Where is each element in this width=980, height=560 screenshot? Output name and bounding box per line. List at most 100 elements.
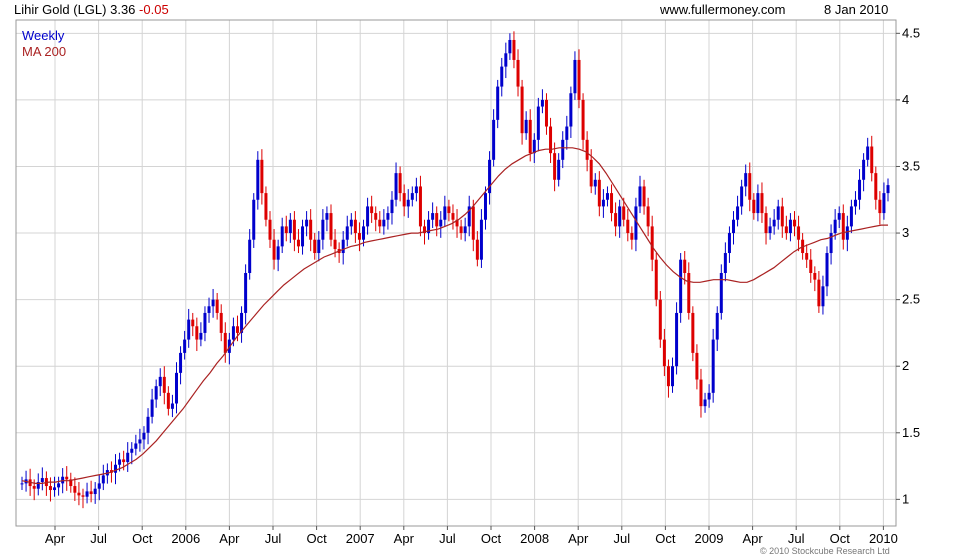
- candle: [162, 366, 166, 405]
- candle: [805, 244, 809, 268]
- candle: [882, 182, 886, 220]
- y-tick-label: 1.5: [902, 425, 920, 440]
- candle: [788, 213, 792, 242]
- copyright-notice: © 2010 Stockcube Research Ltd: [760, 546, 890, 556]
- date-axis: Apr Jul Oct 2006 Apr Jul Oct 2007 Apr Jul Oct 2008 A…: [45, 526, 898, 546]
- candle: [382, 209, 386, 235]
- candle: [398, 166, 402, 202]
- candle: [780, 197, 784, 238]
- candlestick-chart: 1 1.5 2 2.5 3 3.5 4 4.5 Apr Jul Oct 2006 Apr Jul Oct 2…: [15, 19, 920, 546]
- candle-body: [65, 476, 69, 480]
- candle: [353, 211, 357, 243]
- y-tick-label: 2: [902, 358, 909, 373]
- candle: [439, 211, 443, 238]
- candle-body: [833, 219, 837, 234]
- candle-body: [61, 476, 65, 484]
- candle: [252, 193, 256, 248]
- candle: [463, 217, 467, 242]
- candle: [386, 206, 390, 230]
- candle-body: [589, 159, 593, 187]
- candle: [187, 308, 191, 348]
- candle: [691, 306, 695, 362]
- candle: [268, 211, 272, 248]
- candle: [500, 57, 504, 97]
- candle-body: [532, 139, 536, 154]
- candle-body: [170, 403, 174, 409]
- candle-body: [435, 213, 439, 227]
- candle: [77, 482, 81, 506]
- candle-body: [349, 219, 353, 227]
- x-tick-label: Jul: [788, 531, 805, 546]
- candle: [605, 186, 609, 207]
- candle-body: [569, 93, 573, 127]
- candle-body: [630, 233, 634, 240]
- candle-body: [483, 193, 487, 220]
- candle-body: [325, 213, 329, 220]
- x-tick-label: 2007: [346, 531, 375, 546]
- candle: [825, 246, 829, 297]
- candle: [248, 229, 252, 280]
- candle: [516, 49, 520, 97]
- candle-body: [561, 139, 565, 160]
- candle: [305, 211, 309, 237]
- candle-body: [601, 199, 605, 207]
- candle: [723, 242, 727, 282]
- x-tick-label: Apr: [568, 531, 589, 546]
- candle-body: [252, 199, 256, 240]
- candle: [707, 384, 711, 408]
- candle-body: [333, 239, 337, 250]
- candle-body: [618, 206, 622, 227]
- candle: [20, 476, 24, 491]
- candle: [654, 253, 658, 307]
- candle: [618, 199, 622, 238]
- candle-body: [837, 213, 841, 220]
- candle: [845, 215, 849, 252]
- candle-body: [77, 492, 81, 496]
- candle: [53, 476, 57, 497]
- candle-body: [496, 86, 500, 120]
- candle-body: [211, 299, 215, 307]
- candle: [813, 266, 817, 292]
- candle-body: [48, 486, 52, 491]
- candle-body: [301, 226, 305, 247]
- x-tick-label: Oct: [830, 531, 851, 546]
- candle: [260, 149, 264, 205]
- candle-body: [272, 239, 276, 260]
- candle: [601, 189, 605, 218]
- candle-body: [138, 439, 142, 444]
- candle: [711, 328, 715, 403]
- candle: [536, 97, 540, 152]
- candle-body: [166, 392, 170, 409]
- candle: [581, 93, 585, 150]
- candle-body: [764, 213, 768, 234]
- candle-body: [699, 379, 703, 407]
- candle: [853, 191, 857, 215]
- candle: [593, 173, 597, 195]
- candle-body: [768, 226, 772, 234]
- candle-body: [305, 219, 309, 227]
- candle-body: [524, 119, 528, 134]
- candle: [154, 379, 158, 408]
- candle: [73, 477, 77, 501]
- candle-body: [81, 495, 85, 497]
- candle-body: [114, 464, 118, 473]
- y-tick-label: 2.5: [902, 292, 920, 307]
- candle: [597, 171, 601, 217]
- candle: [475, 231, 479, 267]
- candle-body: [752, 199, 756, 214]
- candle: [410, 186, 414, 207]
- candle-body: [118, 459, 122, 465]
- candle-body: [626, 219, 630, 234]
- candle: [207, 297, 211, 323]
- candle: [48, 477, 52, 502]
- x-tick-label: Apr: [219, 531, 240, 546]
- candle: [459, 219, 463, 240]
- candle: [549, 117, 553, 164]
- candle: [101, 464, 105, 491]
- candle: [329, 204, 333, 247]
- candle: [508, 33, 512, 60]
- candle: [223, 322, 227, 363]
- candle: [520, 79, 524, 145]
- candle: [150, 388, 154, 424]
- x-tick-label: Jul: [90, 531, 107, 546]
